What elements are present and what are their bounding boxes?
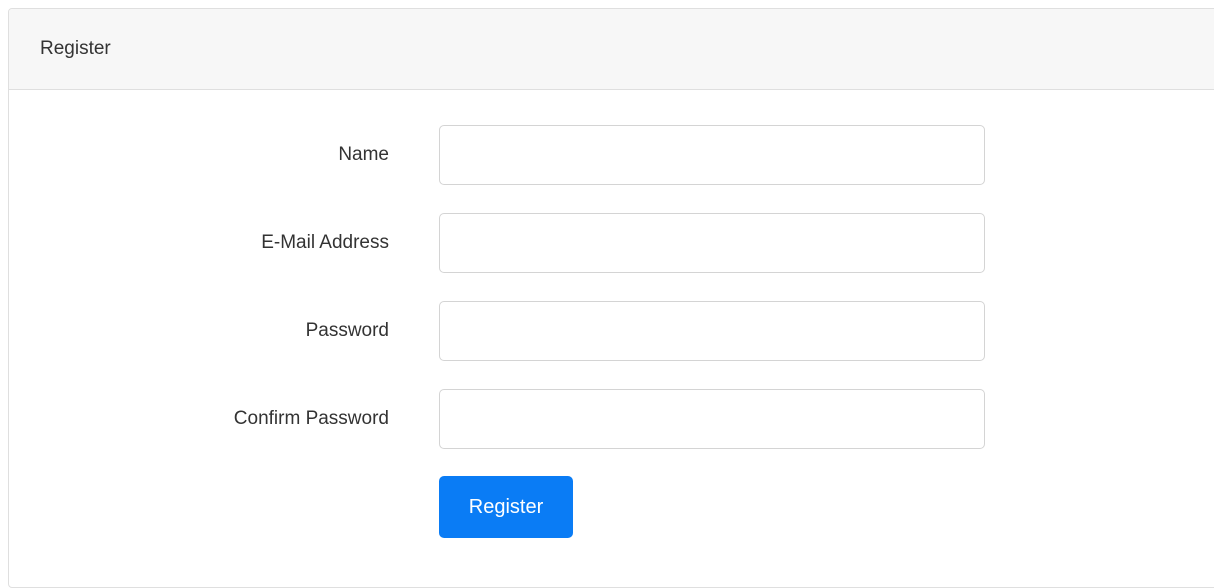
form-row-name: Name — [9, 125, 1009, 185]
form-row-email: E-Mail Address — [9, 213, 1009, 273]
email-label: E-Mail Address — [261, 232, 389, 253]
card-header: Register — [9, 9, 1214, 90]
name-label: Name — [338, 144, 389, 165]
email-input[interactable] — [439, 213, 985, 273]
form-row-password: Password — [9, 301, 1009, 361]
confirm-password-input[interactable] — [439, 389, 985, 449]
confirm-password-label: Confirm Password — [233, 408, 389, 429]
register-card: Register Name E-Mail Address Password Co… — [8, 8, 1214, 588]
password-label: Password — [305, 320, 389, 341]
password-input[interactable] — [439, 301, 985, 361]
register-button[interactable]: Register — [439, 476, 573, 538]
name-input[interactable] — [439, 125, 985, 185]
form-row-confirm-password: Confirm Password — [9, 389, 1009, 449]
card-title: Register — [40, 38, 111, 59]
